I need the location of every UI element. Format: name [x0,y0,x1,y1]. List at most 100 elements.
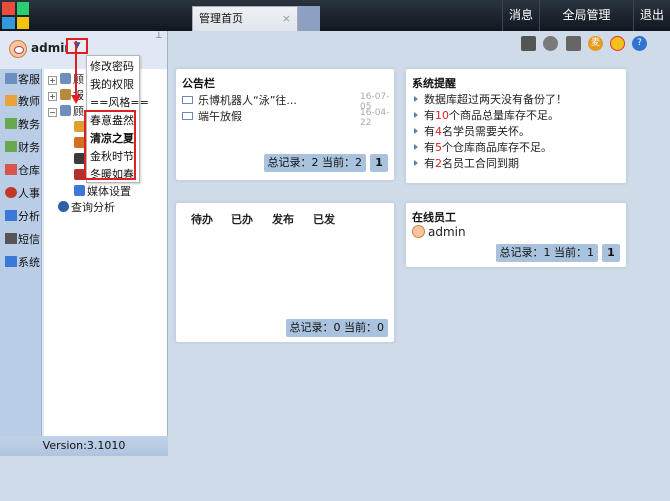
sidenav-item-finance[interactable]: 财务 [2,137,42,159]
book-icon[interactable] [521,36,536,51]
sidenav-label: 教师 [18,95,40,108]
style-highlight-box [84,110,136,180]
tab-done[interactable]: 已办 [231,211,253,227]
teacher-icon [5,95,17,106]
reminder-item[interactable]: 数据库超过两天没有备份了！ [414,91,567,107]
sidenav-label: 财务 [18,141,40,154]
folder-icon [60,105,71,116]
online-pager: 总记录：1 当前：1 1 [495,244,620,262]
bullet-icon [414,96,418,102]
finance-icon [5,141,17,152]
mail-icon [182,112,193,120]
notice-pager: 总记录：2 当前：2 1 [263,154,388,172]
analysis-icon [5,210,17,221]
menu-item-my-permissions[interactable]: 我的权限 [90,76,134,92]
reminder-item[interactable]: 有10个商品总量库存不足。 [414,107,559,123]
reminder-item[interactable]: 有4名学员需要关怀。 [414,123,530,139]
tree-node-label: 媒体设置 [87,185,131,198]
notice-text: 乐博机器人“泳”往... [198,94,297,107]
todo-pager: 总记录：0 当前：0 [285,319,388,337]
sidenav-item-warehouse[interactable]: 仓库 [2,160,42,182]
message-button[interactable]: 消息 [502,0,539,31]
reminder-text: 名员工合同到期 [442,157,519,170]
sidenav-item-academic[interactable]: 教务 [2,114,42,136]
tree-node-media-settings[interactable]: 媒体设置 [74,184,131,200]
notice-item[interactable]: 乐博机器人“泳”往... 16-07-05 [182,92,392,112]
pin-icon[interactable]: ⊥ [155,31,163,41]
system-reminder-card: 系统提醒 数据库超过两天没有备份了！ 有10个商品总量库存不足。 有4名学员需要… [405,68,627,184]
smiley-icon[interactable] [610,36,625,51]
tab-publish[interactable]: 发布 [272,211,294,227]
reminder-text: 个仓库商品库存不足。 [442,141,552,154]
mail-icon [182,96,193,104]
reminder-text: 有 [424,109,435,122]
todo-card: 待办 已办 发布 已发 总记录：0 当前：0 [175,202,395,343]
folder-icon [60,89,71,100]
notice-page-1-button[interactable]: 1 [370,154,388,172]
expand-icon[interactable]: + [48,92,57,101]
search-icon [58,201,69,212]
tree-node-label: 顾 [73,105,84,118]
expand-icon[interactable]: + [48,76,57,85]
online-staff-card: 在线员工 admin 总记录：1 当前：1 1 [405,202,627,268]
customer-icon [5,73,17,84]
menu-item-change-password[interactable]: 修改密码 [90,58,134,74]
sidenav-item-sms[interactable]: 短信 [2,229,42,251]
reminder-item[interactable]: 有5个仓库商品库存不足。 [414,139,552,155]
global-manage-button[interactable]: 全局管理 [539,0,633,31]
reminder-count: 4 [435,125,442,138]
bullet-icon [414,128,418,134]
help-icon[interactable]: ? [632,36,647,51]
hr-icon [5,187,17,198]
sidenav-item-hr[interactable]: 人事 [2,183,42,205]
sidenav-item-system[interactable]: 系统 [2,252,42,274]
mai-badge-icon[interactable]: 麦 [588,36,603,51]
logo-square-red [2,2,15,15]
tab-todo[interactable]: 待办 [191,211,213,227]
annotation-arrow-head [71,95,81,104]
reminder-text: 有 [424,141,435,154]
sms-icon [5,233,17,244]
sidenav-label: 人事 [18,187,40,200]
notice-text: 端午放假 [198,110,242,123]
notice-item[interactable]: 端午放假 16-04-22 [182,108,392,128]
user-dropdown-button[interactable]: ▼ [66,38,88,54]
sidenav-item-teacher[interactable]: 教师 [2,91,42,113]
app-logo[interactable] [2,2,29,29]
globe-icon[interactable] [543,36,558,51]
logout-button[interactable]: 退出 [633,0,670,31]
online-title: 在线员工 [412,211,456,224]
warehouse-icon [5,164,17,175]
sidenav-item-analysis[interactable]: 分析 [2,206,42,228]
reminder-item[interactable]: 有2名员工合同到期 [414,155,519,171]
sidenav-item-customer[interactable]: 客服 [2,69,42,91]
sidenav-label: 短信 [18,233,40,246]
tab-home[interactable]: 管理首页 × [192,6,298,31]
tree-node-customer[interactable]: + 顾 [48,72,84,88]
logo-square-yellow [16,16,29,29]
annotation-arrow [75,41,77,96]
collapse-icon[interactable]: − [48,108,57,117]
tab-close-icon[interactable]: × [282,7,291,30]
bullet-icon [414,112,418,118]
tab-published[interactable]: 已发 [313,211,335,227]
tree-node-query-analysis[interactable]: 查询分析 [58,200,115,216]
reminder-count: 5 [435,141,442,154]
bullet-icon [414,160,418,166]
reminder-text: 个商品总量库存不足。 [449,109,559,122]
online-page-1-button[interactable]: 1 [602,244,620,262]
reminder-title: 系统提醒 [412,77,456,90]
user-avatar-icon [412,225,425,238]
reminder-text: 数据库超过两天没有备份了！ [424,93,567,106]
user-bar: admin ▼ ⊥ [0,31,168,65]
logo-square-blue [2,16,15,29]
bullet-icon [414,144,418,150]
academic-icon [5,118,17,129]
tree-node-customer-expanded[interactable]: − 顾 [48,104,84,120]
online-user-name: admin [428,225,466,239]
tree-node-label: 查询分析 [71,201,115,214]
online-user[interactable]: admin [412,225,466,239]
sidenav-label: 教务 [18,118,40,131]
printer-icon[interactable] [566,36,581,51]
reminder-text: 名学员需要关怀。 [442,125,530,138]
